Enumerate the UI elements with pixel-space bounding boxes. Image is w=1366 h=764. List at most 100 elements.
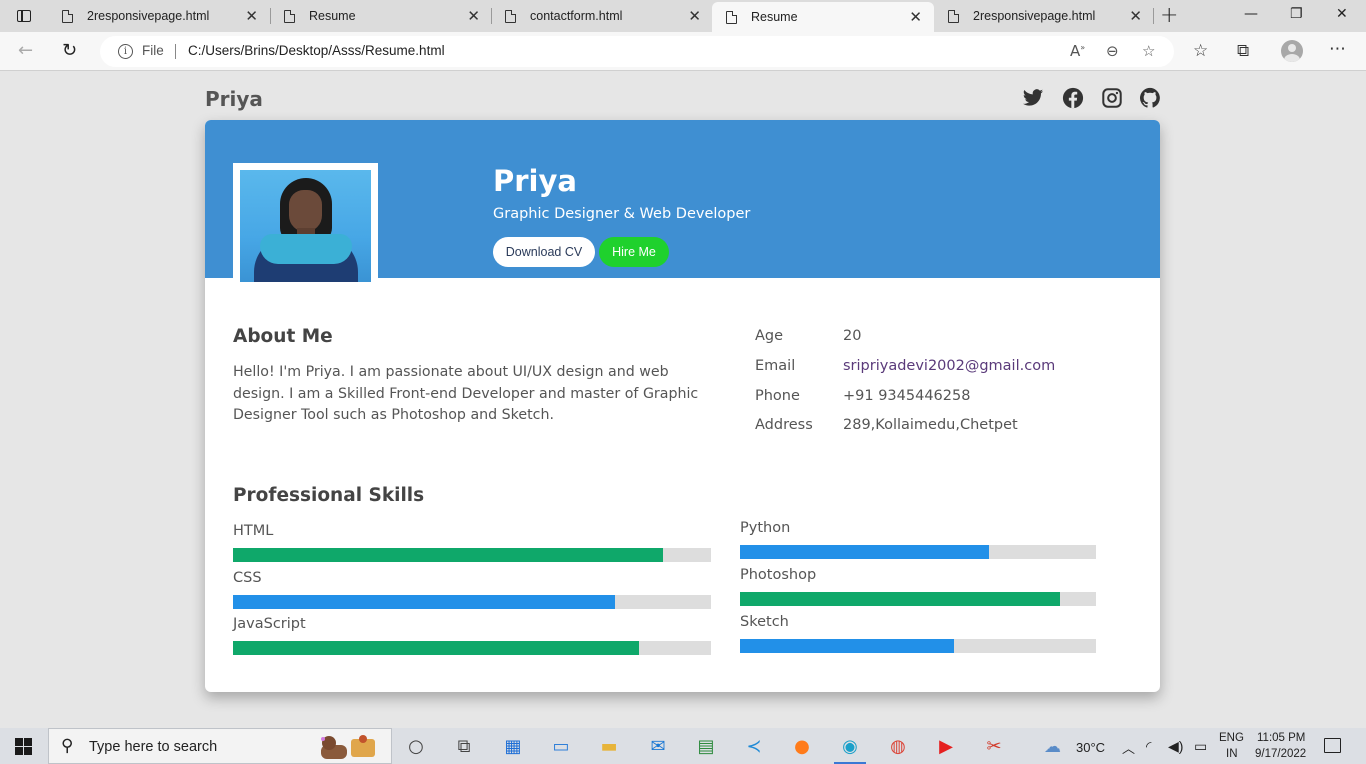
chrome-icon[interactable]: ◍ — [886, 734, 910, 758]
browser-tab[interactable]: 2responsivepage.html ✕ — [934, 0, 1154, 32]
site-brand[interactable]: Priya — [205, 87, 263, 111]
close-tab-icon[interactable]: ✕ — [467, 7, 480, 25]
skill-label: Sketch — [740, 614, 789, 630]
document-icon — [62, 9, 73, 23]
skill-bar-fill — [233, 548, 664, 562]
clock-date[interactable]: 9/17/2022 — [1255, 748, 1306, 760]
favorites-icon[interactable]: ☆ — [1193, 41, 1208, 61]
vscode-icon[interactable]: ≺ — [742, 734, 766, 758]
close-tab-icon[interactable]: ✕ — [688, 7, 701, 25]
browser-tab[interactable]: contactform.html ✕ — [491, 0, 713, 32]
skill-label: HTML — [233, 523, 274, 539]
restore-button[interactable]: ❐ — [1290, 6, 1303, 22]
close-window-button[interactable]: ✕ — [1336, 6, 1348, 22]
tab-title: 2responsivepage.html — [87, 9, 210, 23]
hire-me-button[interactable]: Hire Me — [599, 237, 669, 267]
tab-title: contactform.html — [530, 9, 623, 23]
tab-actions-icon — [17, 10, 31, 22]
read-aloud-icon[interactable]: A» — [1070, 42, 1085, 60]
mail-icon[interactable]: ✉ — [646, 734, 670, 758]
back-button[interactable]: ← — [18, 40, 33, 61]
notification-icon[interactable] — [1324, 738, 1341, 753]
close-tab-icon[interactable]: ✕ — [1129, 7, 1142, 25]
refresh-button[interactable]: ↻ — [62, 40, 77, 61]
edge-icon[interactable]: ◉ — [834, 734, 866, 764]
download-cv-button[interactable]: Download CV — [493, 237, 595, 267]
document-icon — [284, 9, 295, 23]
info-label: Email — [755, 358, 796, 374]
weather-temperature[interactable]: 30°C — [1076, 740, 1105, 755]
new-tab-button[interactable]: + — [1160, 5, 1178, 27]
taskbar-search-box[interactable]: ⚲ Type here to search — [48, 728, 392, 764]
tab-actions-button[interactable] — [6, 4, 42, 28]
browser-tab[interactable]: Resume ✕ — [270, 0, 492, 32]
info-label: Phone — [755, 388, 800, 404]
twitter-icon[interactable] — [1022, 87, 1044, 109]
page-viewport: Priya Priya Graphic Designer & Web Devel… — [0, 71, 1366, 728]
browser-tab-active[interactable]: Resume ✕ — [712, 2, 934, 32]
computer-icon[interactable]: ▭ — [549, 734, 573, 758]
snipping-tool-icon[interactable]: ✂ — [982, 734, 1006, 758]
skill-bar-fill — [740, 639, 954, 653]
instagram-icon[interactable] — [1101, 87, 1123, 109]
browser-tab[interactable]: 2responsivepage.html ✕ — [48, 0, 270, 32]
language-indicator[interactable]: ENG — [1219, 732, 1244, 744]
profile-photo — [233, 163, 378, 289]
about-heading: About Me — [233, 326, 333, 347]
notepad-icon[interactable]: ▤ — [694, 734, 718, 758]
close-tab-icon[interactable]: ✕ — [245, 7, 258, 25]
close-tab-icon[interactable]: ✕ — [909, 8, 922, 26]
document-icon — [726, 10, 737, 24]
github-icon[interactable] — [1139, 87, 1161, 109]
skill-bar-fill — [233, 595, 616, 609]
url-scheme-label: File — [142, 43, 164, 58]
youtube-icon[interactable]: ▶ — [934, 734, 958, 758]
browser-tab-strip: 2responsivepage.html ✕ Resume ✕ contactf… — [0, 0, 1366, 32]
battery-icon[interactable]: ▭ — [1194, 738, 1207, 755]
zoom-out-icon[interactable]: ⊖ — [1106, 42, 1119, 60]
skills-heading: Professional Skills — [233, 485, 425, 506]
info-icon[interactable]: i — [118, 44, 133, 59]
firefox-icon[interactable]: ● — [790, 734, 814, 758]
facebook-icon[interactable] — [1062, 87, 1084, 109]
skill-bar-fill — [740, 545, 990, 559]
profile-photo-image — [240, 170, 371, 282]
tab-title: Resume — [751, 10, 798, 24]
info-value: 289,Kollaimedu,Chetpet — [843, 417, 1018, 433]
search-placeholder: Type here to search — [89, 739, 218, 755]
skill-label: CSS — [233, 570, 262, 586]
skill-label: JavaScript — [233, 616, 306, 632]
task-view-icon[interactable]: ⧉ — [452, 734, 476, 758]
store-icon[interactable]: ▦ — [501, 734, 525, 758]
skill-bar — [740, 592, 1096, 606]
address-bar[interactable]: i File C:/Users/Brins/Desktop/Asss/Resum… — [100, 36, 1174, 67]
more-menu-icon[interactable]: ⋯ — [1329, 39, 1346, 59]
info-value: 20 — [843, 328, 862, 344]
collections-icon[interactable]: ⧉ — [1237, 41, 1249, 61]
add-favorite-icon[interactable]: ☆ — [1142, 42, 1155, 60]
skill-bar-fill — [233, 641, 640, 655]
skill-bar — [740, 545, 1096, 559]
skill-label: Photoshop — [740, 567, 817, 583]
skill-bar — [233, 641, 711, 655]
email-link[interactable]: sripriyadevi2002@gmail.com — [843, 358, 1055, 374]
weather-icon[interactable]: ☁ — [1044, 737, 1061, 757]
file-explorer-icon[interactable]: ▬ — [597, 734, 621, 758]
show-hidden-icons-icon[interactable]: ︿ — [1122, 738, 1135, 757]
wifi-icon[interactable]: ◜ — [1146, 738, 1151, 755]
hero-name: Priya — [493, 164, 577, 198]
clock-time[interactable]: 11:05 PM — [1257, 732, 1305, 744]
profile-avatar[interactable] — [1281, 40, 1303, 62]
minimize-button[interactable]: — — [1244, 6, 1258, 22]
info-label: Address — [755, 417, 813, 433]
info-label: Age — [755, 328, 784, 344]
windows-start-icon[interactable] — [15, 738, 32, 755]
volume-icon[interactable]: ◀) — [1168, 738, 1183, 755]
cortana-icon[interactable]: ○ — [404, 734, 428, 758]
skill-bar — [233, 595, 711, 609]
resume-card: Priya Graphic Designer & Web Developer D… — [205, 120, 1160, 692]
skill-label: Python — [740, 520, 791, 536]
tab-title: 2responsivepage.html — [973, 9, 1096, 23]
url-text[interactable]: C:/Users/Brins/Desktop/Asss/Resume.html — [188, 43, 445, 58]
language-region[interactable]: IN — [1226, 748, 1238, 760]
